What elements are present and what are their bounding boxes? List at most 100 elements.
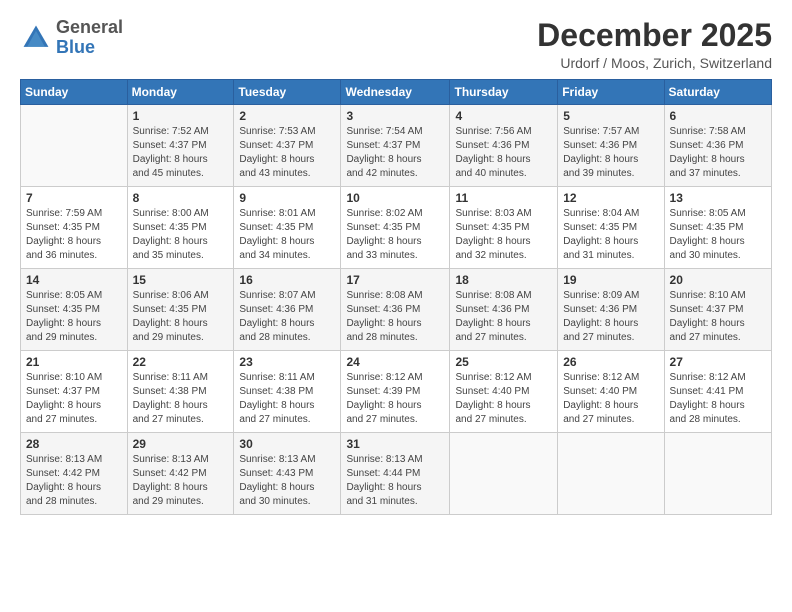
- logo-text: General Blue: [56, 18, 123, 58]
- day-number: 31: [346, 437, 444, 451]
- day-info: Sunrise: 8:04 AM Sunset: 4:35 PM Dayligh…: [563, 207, 658, 263]
- col-saturday: Saturday: [664, 80, 771, 105]
- day-number: 30: [239, 437, 335, 451]
- day-info: Sunrise: 8:12 AM Sunset: 4:40 PM Dayligh…: [455, 371, 552, 427]
- table-row: 15Sunrise: 8:06 AM Sunset: 4:35 PM Dayli…: [127, 269, 234, 351]
- table-row: 27 Sunrise: 8:12 AM Sunset: 4:41 PM Dayli…: [664, 351, 771, 433]
- day-info: Sunrise: 8:11 AM Sunset: 4:38 PM Dayligh…: [239, 371, 335, 427]
- table-row: 26Sunrise: 8:12 AM Sunset: 4:40 PM Dayli…: [558, 351, 664, 433]
- day-info: Sunrise: 7:58 AM Sunset: 4:36 PM Dayligh…: [670, 125, 766, 181]
- calendar-week-row: 1Sunrise: 7:52 AM Sunset: 4:37 PM Daylig…: [21, 105, 772, 187]
- table-row: 16Sunrise: 8:07 AM Sunset: 4:36 PM Dayli…: [234, 269, 341, 351]
- day-number: 9: [239, 191, 335, 205]
- day-info: Sunrise: 8:13 AM Sunset: 4:42 PM Dayligh…: [133, 453, 229, 509]
- table-row: 6Sunrise: 7:58 AM Sunset: 4:36 PM Daylig…: [664, 105, 771, 187]
- logo-icon: [20, 22, 52, 54]
- table-row: 18 Sunrise: 8:08 AM Sunset: 4:36 PM Dayli…: [450, 269, 558, 351]
- day-info: Sunrise: 8:10 AM Sunset: 4:37 PM Dayligh…: [670, 289, 766, 345]
- table-row: 4 Sunrise: 7:56 AM Sunset: 4:36 PM Daylig…: [450, 105, 558, 187]
- table-row: 20 Sunrise: 8:10 AM Sunset: 4:37 PM Dayli…: [664, 269, 771, 351]
- day-number: 2: [239, 109, 335, 123]
- table-row: 28 Sunrise: 8:13 AM Sunset: 4:42 PM Dayli…: [21, 433, 128, 515]
- logo-general: General: [56, 17, 123, 37]
- day-number: 23: [239, 355, 335, 369]
- day-number: 4: [455, 109, 552, 123]
- day-info: Sunrise: 8:13 AM Sunset: 4:42 PM Dayligh…: [26, 453, 122, 509]
- day-info: Sunrise: 8:13 AM Sunset: 4:43 PM Dayligh…: [239, 453, 335, 509]
- table-row: 3 Sunrise: 7:54 AM Sunset: 4:37 PM Daylig…: [341, 105, 450, 187]
- day-number: 10: [346, 191, 444, 205]
- header: General Blue December 2025 Urdorf / Moos…: [20, 18, 772, 71]
- day-number: 15: [133, 273, 229, 287]
- day-info: Sunrise: 7:56 AM Sunset: 4:36 PM Dayligh…: [455, 125, 552, 181]
- day-info: Sunrise: 7:53 AM Sunset: 4:37 PM Dayligh…: [239, 125, 335, 181]
- calendar-table: Sunday Monday Tuesday Wednesday Thursday…: [20, 79, 772, 515]
- day-info: Sunrise: 7:52 AM Sunset: 4:37 PM Dayligh…: [133, 125, 229, 181]
- day-info: Sunrise: 8:01 AM Sunset: 4:35 PM Dayligh…: [239, 207, 335, 263]
- day-number: 18: [455, 273, 552, 287]
- day-number: 26: [563, 355, 658, 369]
- logo-blue: Blue: [56, 37, 95, 57]
- col-tuesday: Tuesday: [234, 80, 341, 105]
- table-row: 21 Sunrise: 8:10 AM Sunset: 4:37 PM Dayli…: [21, 351, 128, 433]
- table-row: 2 Sunrise: 7:53 AM Sunset: 4:37 PM Daylig…: [234, 105, 341, 187]
- table-row: 31Sunrise: 8:13 AM Sunset: 4:44 PM Dayli…: [341, 433, 450, 515]
- day-number: 13: [670, 191, 766, 205]
- table-row: 10 Sunrise: 8:02 AM Sunset: 4:35 PM Dayli…: [341, 187, 450, 269]
- day-info: Sunrise: 8:08 AM Sunset: 4:36 PM Dayligh…: [455, 289, 552, 345]
- month-title: December 2025: [537, 18, 772, 53]
- day-number: 21: [26, 355, 122, 369]
- table-row: [664, 433, 771, 515]
- table-row: 5 Sunrise: 7:57 AM Sunset: 4:36 PM Daylig…: [558, 105, 664, 187]
- day-number: 5: [563, 109, 658, 123]
- day-info: Sunrise: 8:05 AM Sunset: 4:35 PM Dayligh…: [670, 207, 766, 263]
- table-row: 17 Sunrise: 8:08 AM Sunset: 4:36 PM Dayli…: [341, 269, 450, 351]
- day-info: Sunrise: 7:54 AM Sunset: 4:37 PM Dayligh…: [346, 125, 444, 181]
- logo: General Blue: [20, 18, 123, 58]
- col-wednesday: Wednesday: [341, 80, 450, 105]
- day-number: 12: [563, 191, 658, 205]
- day-number: 29: [133, 437, 229, 451]
- day-info: Sunrise: 8:11 AM Sunset: 4:38 PM Dayligh…: [133, 371, 229, 427]
- day-info: Sunrise: 8:09 AM Sunset: 4:36 PM Dayligh…: [563, 289, 658, 345]
- day-info: Sunrise: 7:59 AM Sunset: 4:35 PM Dayligh…: [26, 207, 122, 263]
- day-number: 20: [670, 273, 766, 287]
- day-info: Sunrise: 7:57 AM Sunset: 4:36 PM Dayligh…: [563, 125, 658, 181]
- table-row: 29 Sunrise: 8:13 AM Sunset: 4:42 PM Dayli…: [127, 433, 234, 515]
- table-row: 25Sunrise: 8:12 AM Sunset: 4:40 PM Dayli…: [450, 351, 558, 433]
- col-monday: Monday: [127, 80, 234, 105]
- day-info: Sunrise: 8:03 AM Sunset: 4:35 PM Dayligh…: [455, 207, 552, 263]
- day-info: Sunrise: 8:12 AM Sunset: 4:41 PM Dayligh…: [670, 371, 766, 427]
- day-number: 27: [670, 355, 766, 369]
- table-row: 12 Sunrise: 8:04 AM Sunset: 4:35 PM Dayli…: [558, 187, 664, 269]
- day-number: 11: [455, 191, 552, 205]
- day-info: Sunrise: 8:02 AM Sunset: 4:35 PM Dayligh…: [346, 207, 444, 263]
- table-row: 11 Sunrise: 8:03 AM Sunset: 4:35 PM Dayli…: [450, 187, 558, 269]
- calendar-header-row: Sunday Monday Tuesday Wednesday Thursday…: [21, 80, 772, 105]
- col-friday: Friday: [558, 80, 664, 105]
- title-block: December 2025 Urdorf / Moos, Zurich, Swi…: [537, 18, 772, 71]
- day-number: 16: [239, 273, 335, 287]
- col-sunday: Sunday: [21, 80, 128, 105]
- calendar-week-row: 28 Sunrise: 8:13 AM Sunset: 4:42 PM Dayli…: [21, 433, 772, 515]
- day-number: 8: [133, 191, 229, 205]
- table-row: 19 Sunrise: 8:09 AM Sunset: 4:36 PM Dayli…: [558, 269, 664, 351]
- day-info: Sunrise: 8:05 AM Sunset: 4:35 PM Dayligh…: [26, 289, 122, 345]
- table-row: 23 Sunrise: 8:11 AM Sunset: 4:38 PM Dayli…: [234, 351, 341, 433]
- day-number: 3: [346, 109, 444, 123]
- table-row: 8Sunrise: 8:00 AM Sunset: 4:35 PM Daylig…: [127, 187, 234, 269]
- day-number: 22: [133, 355, 229, 369]
- day-number: 17: [346, 273, 444, 287]
- table-row: 24Sunrise: 8:12 AM Sunset: 4:39 PM Dayli…: [341, 351, 450, 433]
- calendar-week-row: 21 Sunrise: 8:10 AM Sunset: 4:37 PM Dayli…: [21, 351, 772, 433]
- day-info: Sunrise: 8:10 AM Sunset: 4:37 PM Dayligh…: [26, 371, 122, 427]
- day-number: 28: [26, 437, 122, 451]
- table-row: 30 Sunrise: 8:13 AM Sunset: 4:43 PM Dayli…: [234, 433, 341, 515]
- day-number: 19: [563, 273, 658, 287]
- col-thursday: Thursday: [450, 80, 558, 105]
- table-row: 9 Sunrise: 8:01 AM Sunset: 4:35 PM Daylig…: [234, 187, 341, 269]
- calendar-week-row: 14Sunrise: 8:05 AM Sunset: 4:35 PM Dayli…: [21, 269, 772, 351]
- day-number: 7: [26, 191, 122, 205]
- table-row: 13 Sunrise: 8:05 AM Sunset: 4:35 PM Dayli…: [664, 187, 771, 269]
- day-info: Sunrise: 8:08 AM Sunset: 4:36 PM Dayligh…: [346, 289, 444, 345]
